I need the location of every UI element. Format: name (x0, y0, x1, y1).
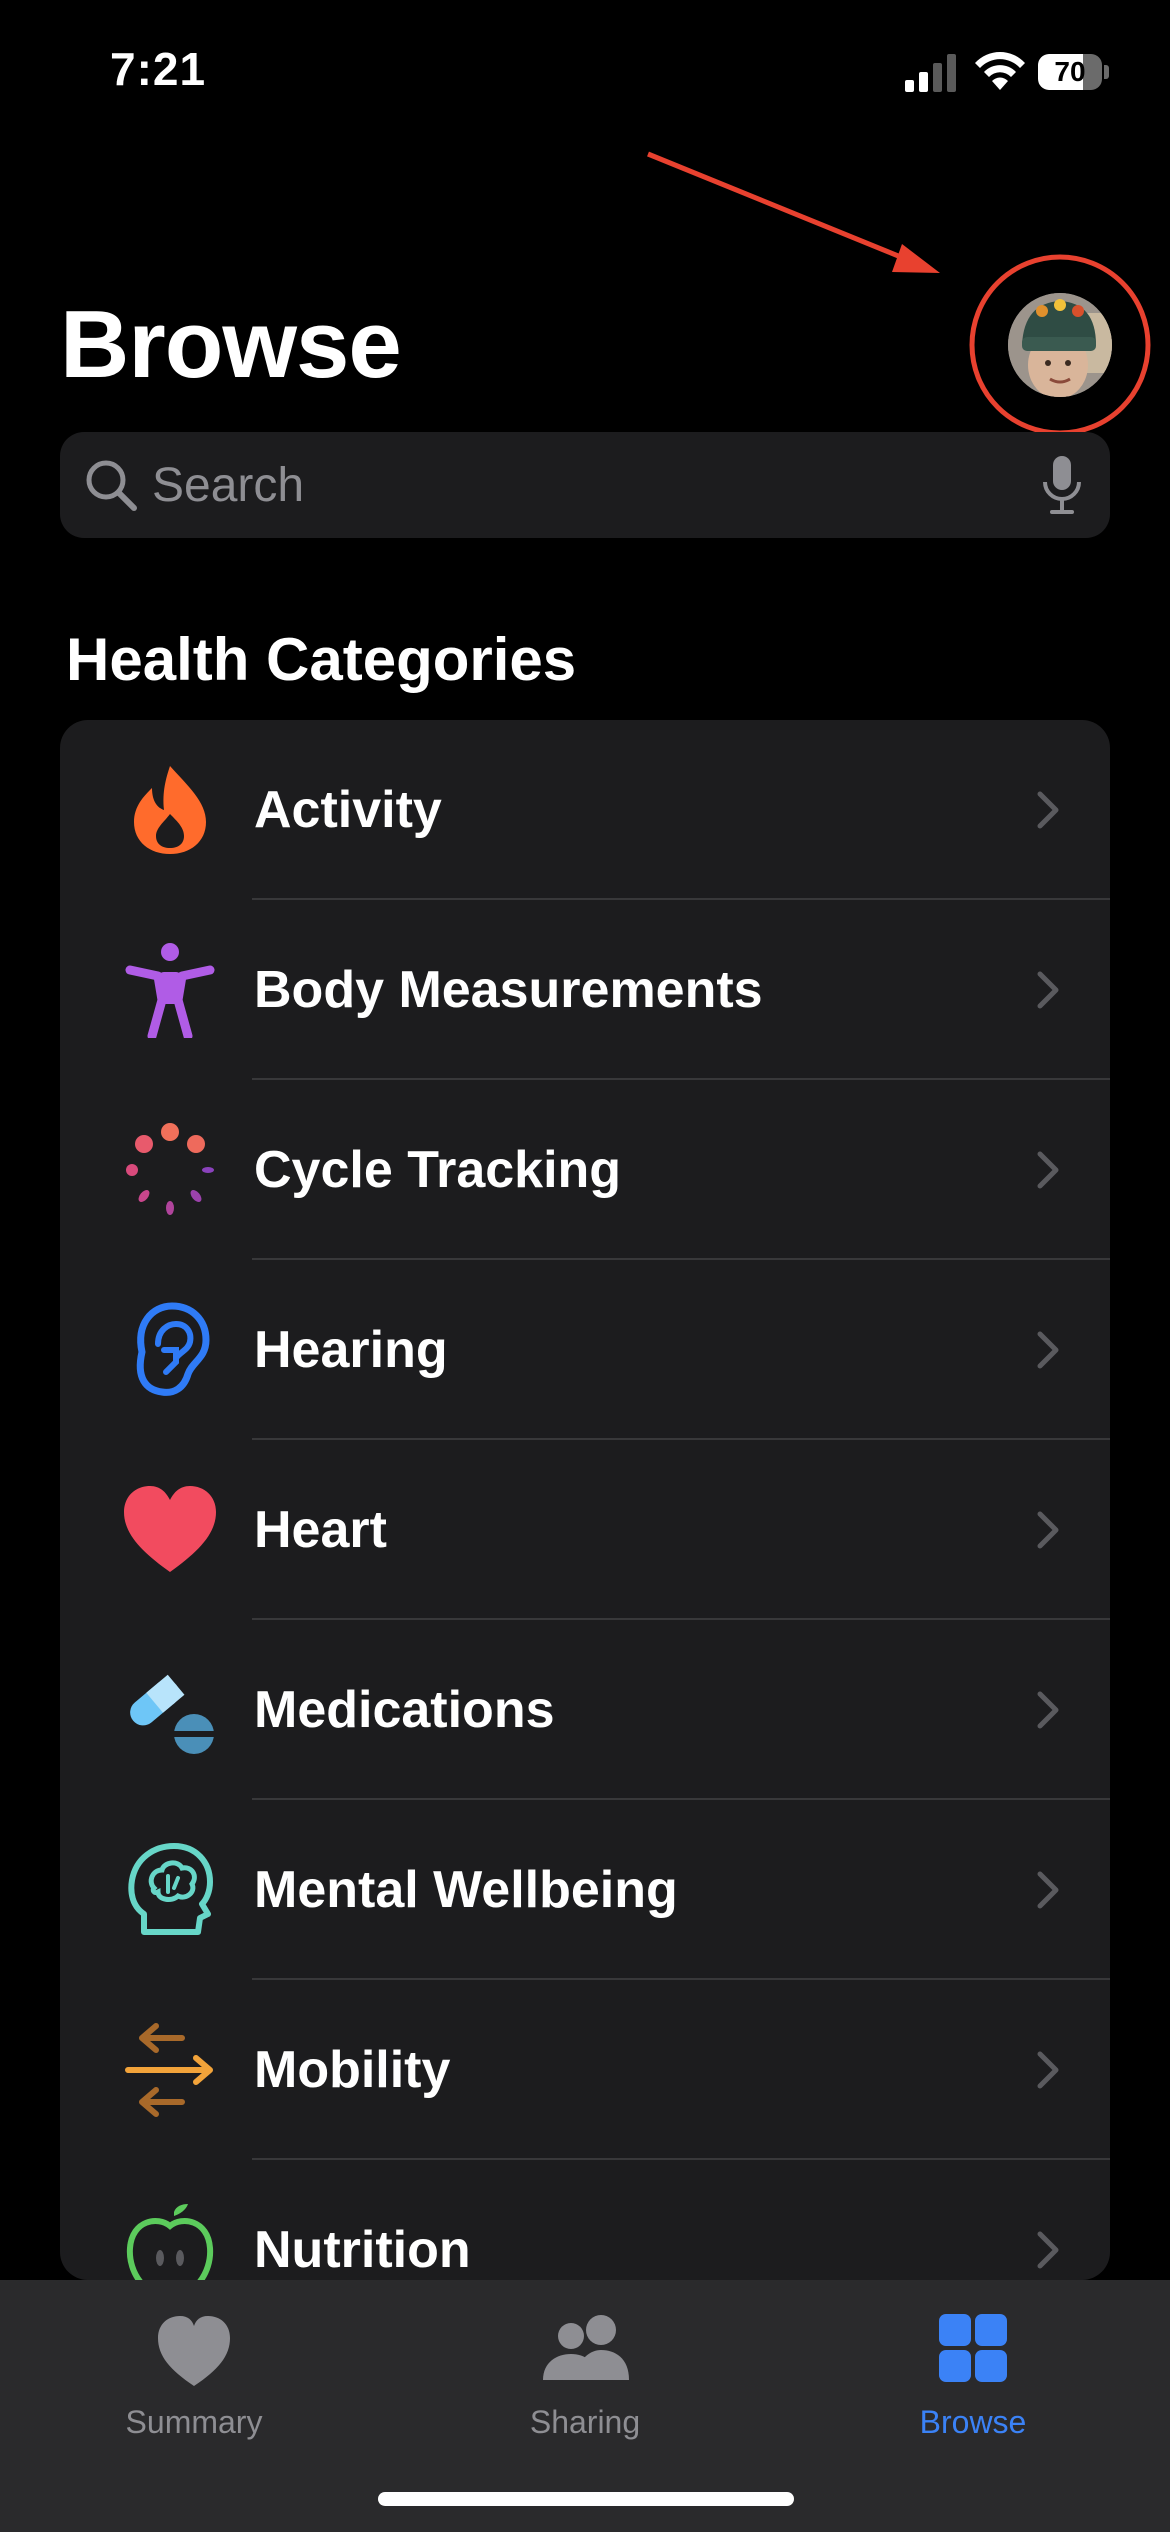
category-label: Cycle Tracking (254, 1141, 622, 1199)
category-row-mobility[interactable]: Mobility (60, 1980, 1110, 2160)
category-row-heart[interactable]: Heart (60, 1440, 1110, 1620)
people-icon (543, 2315, 629, 2380)
status-time: 7:21 (110, 43, 207, 95)
health-categories-list: Activity Body Measurements Cycle Trackin… (60, 720, 1110, 2280)
heart-icon (124, 1486, 216, 1572)
tab-label: Summary (125, 2404, 263, 2440)
category-row-activity[interactable]: Activity (60, 720, 1110, 900)
flame-icon (134, 766, 206, 854)
tab-sharing[interactable]: Sharing (435, 2280, 735, 2450)
chevron-right-icon (1037, 1871, 1059, 1909)
tab-label: Browse (919, 2404, 1027, 2440)
arrows-icon (125, 2023, 213, 2117)
chevron-right-icon (1037, 1511, 1059, 1549)
grid-icon (939, 2314, 1007, 2382)
battery-level: 70 (1054, 56, 1086, 87)
category-row-body-measurements[interactable]: Body Measurements (60, 900, 1110, 1080)
category-label: Mobility (254, 2041, 451, 2099)
category-row-mental-wellbeing[interactable]: Mental Wellbeing (60, 1800, 1110, 1980)
search-bar[interactable] (60, 432, 1110, 538)
chevron-right-icon (1037, 1331, 1059, 1369)
category-label: Body Measurements (254, 961, 763, 1019)
pills-icon (130, 1674, 214, 1754)
tab-browse[interactable]: Browse (823, 2280, 1123, 2450)
chevron-right-icon (1037, 2231, 1059, 2269)
category-label: Mental Wellbeing (254, 1861, 678, 1919)
home-indicator (378, 2492, 794, 2506)
wifi-icon (975, 52, 1025, 90)
cycle-dots-icon (126, 1123, 214, 1215)
category-label: Nutrition (254, 2221, 471, 2279)
chevron-right-icon (1037, 791, 1059, 829)
chevron-right-icon (1037, 971, 1059, 1009)
chevron-right-icon (1037, 1691, 1059, 1729)
figure-icon (125, 943, 215, 1038)
section-title: Health Categories (66, 626, 577, 693)
status-bar: 7:21 70 (0, 0, 1170, 150)
chevron-right-icon (1037, 2051, 1059, 2089)
category-label: Hearing (254, 1321, 448, 1379)
category-label: Medications (254, 1681, 555, 1739)
cellular-signal-icon (905, 54, 956, 92)
page-title: Browse (60, 291, 402, 398)
apple-icon (126, 2204, 214, 2280)
microphone-icon[interactable] (1040, 454, 1084, 516)
profile-avatar-button[interactable] (1008, 293, 1112, 397)
category-label: Heart (254, 1501, 387, 1559)
ear-icon (136, 1302, 210, 1396)
tab-label: Sharing (529, 2404, 641, 2440)
heart-icon (158, 2316, 230, 2386)
tab-summary[interactable]: Summary (44, 2280, 344, 2450)
category-row-nutrition[interactable]: Nutrition (60, 2160, 1110, 2280)
brain-head-icon (128, 1843, 213, 1935)
chevron-right-icon (1037, 1151, 1059, 1189)
search-icon (86, 460, 137, 511)
search-input[interactable] (152, 452, 1012, 518)
profile-photo-icon (1008, 293, 1112, 397)
category-label: Activity (254, 781, 442, 839)
category-row-cycle-tracking[interactable]: Cycle Tracking (60, 1080, 1110, 1260)
battery-icon: 70 (1038, 54, 1110, 90)
category-row-hearing[interactable]: Hearing (60, 1260, 1110, 1440)
category-row-medications[interactable]: Medications (60, 1620, 1110, 1800)
